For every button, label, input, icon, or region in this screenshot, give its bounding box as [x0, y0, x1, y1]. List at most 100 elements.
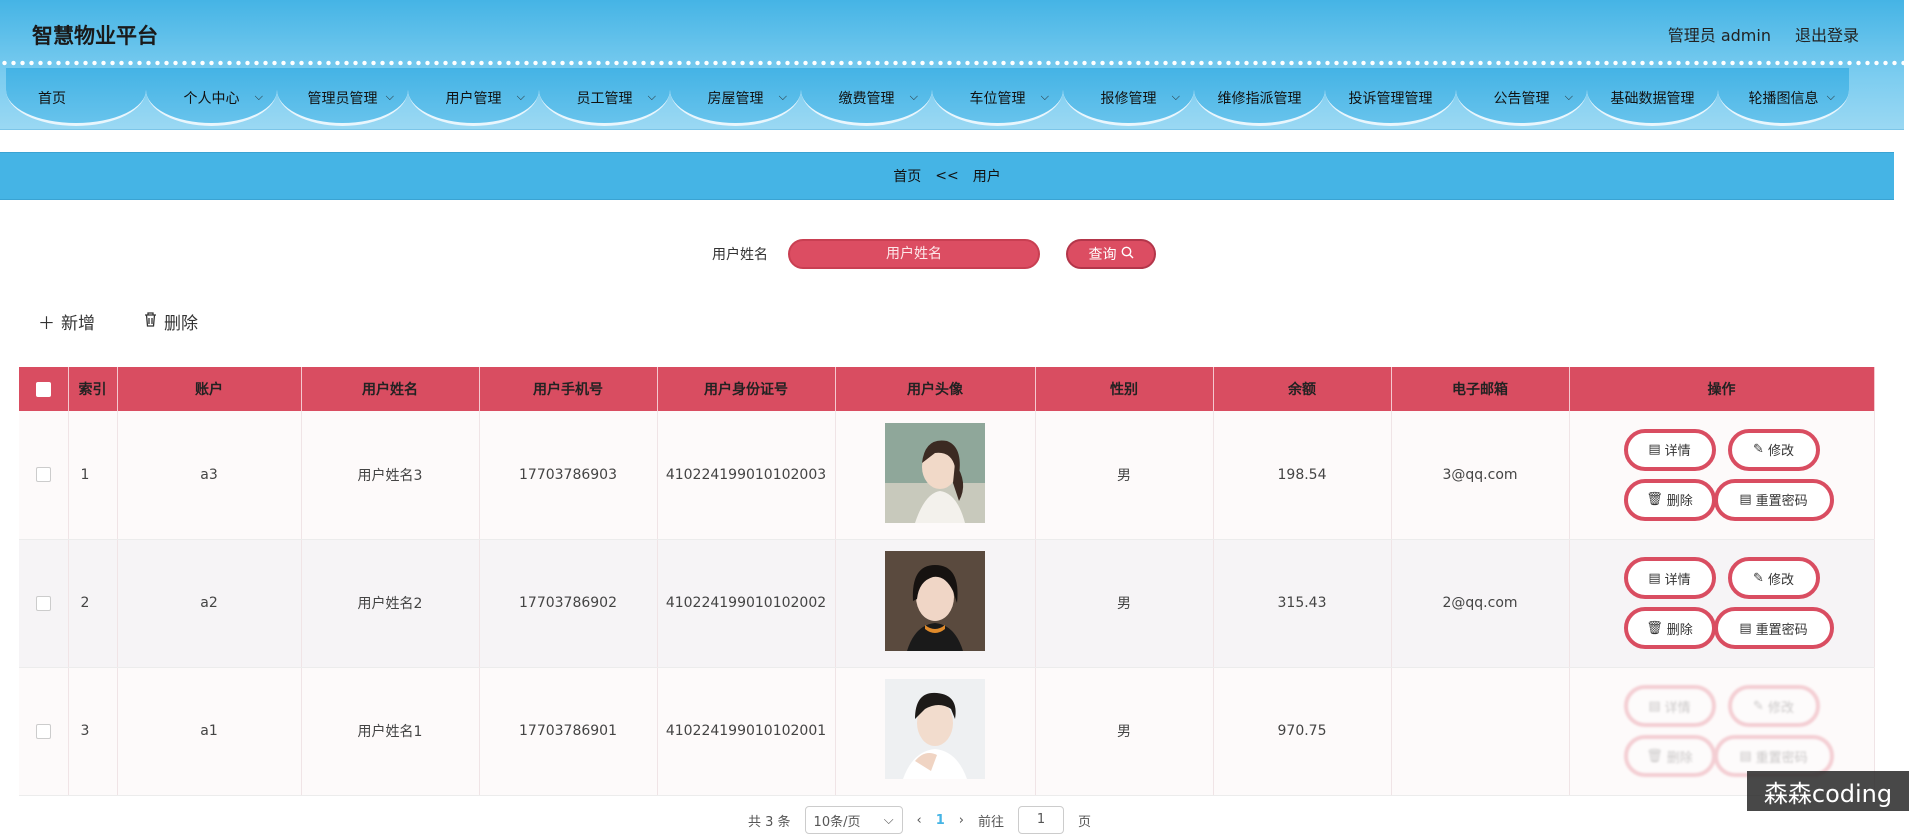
page-size-select[interactable]: 10条/页 ⌵	[804, 806, 903, 834]
user-box: 管理员 admin 退出登录	[1668, 22, 1859, 46]
nav-item-label: 投诉管理管理	[1348, 91, 1433, 107]
pencil-icon: ✎	[1753, 442, 1764, 458]
breadcrumb-home[interactable]: 首页	[893, 166, 921, 186]
edit-button[interactable]: ✎ 修改	[1727, 685, 1820, 727]
reset-password-button[interactable]: ▤ 重置密码	[1713, 478, 1834, 521]
delete-button[interactable]: 🗑 删除	[1623, 478, 1716, 521]
reset-password-button-label: 重置密码	[1755, 750, 1808, 766]
column-header: 账户	[117, 367, 302, 411]
index-cell: 2	[68, 539, 118, 668]
document-icon: ▤	[1648, 698, 1661, 714]
name-cell: 用户姓名1	[301, 667, 480, 796]
select-all-cell	[19, 367, 69, 411]
account-cell: a1	[117, 667, 302, 796]
watermark: 森森coding	[1747, 771, 1909, 811]
breadcrumb: 首页 << 用户	[0, 152, 1894, 200]
gender-cell: 男	[1035, 411, 1214, 540]
nav-item-house-management[interactable]: 房屋管理 ⌵	[670, 68, 801, 126]
delete-button-label: 删除	[1666, 750, 1693, 766]
column-header: 用户姓名	[301, 367, 480, 411]
nav-item-label: 员工管理	[576, 91, 633, 107]
nav-item-label: 报修管理	[1100, 91, 1157, 107]
nav-item-user-management[interactable]: 用户管理 ⌵	[408, 68, 539, 126]
goto-page-input[interactable]: 1	[1018, 806, 1065, 834]
table-row: 3 a1 用户姓名1 17703786901 41022419901010200…	[19, 667, 1875, 796]
chevron-down-icon: ⌵	[1564, 90, 1573, 103]
add-button[interactable]: ＋ 新增	[38, 309, 95, 334]
document-icon: ▤	[1648, 442, 1661, 458]
account-cell: a3	[117, 411, 302, 540]
next-page-icon[interactable]: ›	[959, 813, 964, 828]
balance-cell: 198.54	[1213, 411, 1392, 540]
idcard-cell: 410224199010102001	[657, 667, 836, 796]
edit-button[interactable]: ✎ 修改	[1727, 557, 1820, 599]
document-icon: ▤	[1739, 492, 1752, 508]
table-row: 2 a2 用户姓名2 17703786902 41022419901010200…	[19, 539, 1875, 668]
page-size-value: 10条/页	[813, 814, 861, 830]
table-header-row: 索引 账户 用户姓名 用户手机号 用户身份证号 用户头像 性别 余额 电子邮箱 …	[19, 367, 1875, 411]
balance-cell: 315.43	[1213, 539, 1392, 668]
nav-item-complaint-management[interactable]: 投诉管理管理	[1325, 68, 1456, 126]
operations-cell: ▤ 详情 ✎ 修改 🗑 删除 ▤ 重置密码	[1569, 411, 1875, 540]
detail-button[interactable]: ▤ 详情	[1623, 428, 1716, 471]
nav-item-admin-management[interactable]: 管理员管理 ⌵	[277, 68, 408, 126]
nav-item-staff-management[interactable]: 员工管理 ⌵	[539, 68, 670, 126]
current-user-label: 管理员 admin	[1667, 26, 1771, 45]
nav-item-home[interactable]: 首页	[6, 68, 146, 126]
prev-page-icon[interactable]: ‹	[917, 813, 922, 828]
phone-cell: 17703786903	[479, 411, 658, 540]
detail-button[interactable]: ▤ 详情	[1623, 557, 1716, 599]
edit-button[interactable]: ✎ 修改	[1727, 428, 1820, 471]
table-actions: ＋ 新增 删除	[38, 309, 198, 334]
goto-label: 前往	[978, 814, 1005, 830]
batch-delete-button[interactable]: 删除	[143, 309, 198, 334]
brand-title: 智慧物业平台	[32, 24, 158, 48]
delete-button[interactable]: 🗑 删除	[1623, 607, 1716, 649]
nav-item-label: 基础数据管理	[1610, 91, 1695, 107]
page-number-current[interactable]: 1	[936, 813, 945, 828]
row-checkbox[interactable]	[35, 723, 51, 739]
main-nav: 首页 个人中心 ⌵ 管理员管理 ⌵ 用户管理 ⌵ 员工管理 ⌵ 房屋管理 ⌵ 缴费管理 ⌵ …	[0, 68, 1904, 130]
document-icon: ▤	[1648, 570, 1661, 586]
user-name-search-input[interactable]	[788, 239, 1040, 269]
edit-button-label: 修改	[1767, 700, 1794, 716]
user-table: 索引 账户 用户姓名 用户手机号 用户身份证号 用户头像 性别 余额 电子邮箱 …	[19, 367, 1875, 796]
column-header: 用户头像	[835, 367, 1036, 411]
nav-item-basic-data[interactable]: 基础数据管理	[1587, 68, 1718, 126]
breadcrumb-separator: <<	[935, 168, 959, 184]
balance-cell: 970.75	[1213, 667, 1392, 796]
select-all-checkbox[interactable]	[35, 381, 51, 397]
idcard-cell: 410224199010102002	[657, 539, 836, 668]
nav-item-carousel-info[interactable]: 轮播图信息 ⌵	[1718, 68, 1849, 126]
top-header: 智慧物业平台 管理员 admin 退出登录 首页 个人中心 ⌵ 管理员管理 ⌵ 用户…	[0, 0, 1904, 130]
query-button[interactable]: 查询	[1066, 239, 1156, 269]
pagination: 共 3 条 10条/页 ⌵ ‹ 1 › 前往 1 页	[748, 806, 1091, 834]
nav-item-parking-management[interactable]: 车位管理 ⌵	[932, 68, 1063, 126]
reset-password-button[interactable]: ▤ 重置密码	[1713, 607, 1834, 649]
nav-item-personal-center[interactable]: 个人中心 ⌵	[146, 68, 277, 126]
avatar-cell	[835, 539, 1036, 668]
column-header: 余额	[1213, 367, 1392, 411]
batch-delete-button-label: 删除	[164, 314, 198, 334]
nav-item-repair-management[interactable]: 报修管理 ⌵	[1063, 68, 1194, 126]
nav-item-notice-management[interactable]: 公告管理 ⌵	[1456, 68, 1587, 126]
row-checkbox[interactable]	[35, 595, 51, 611]
chevron-down-icon: ⌵	[1040, 90, 1049, 103]
reset-password-button-label: 重置密码	[1755, 494, 1808, 510]
column-header: 电子邮箱	[1391, 367, 1570, 411]
column-header: 操作	[1569, 367, 1875, 411]
avatar-cell	[835, 667, 1036, 796]
delete-button[interactable]: 🗑 删除	[1623, 735, 1716, 777]
row-checkbox[interactable]	[35, 467, 51, 483]
query-button-label: 查询	[1088, 247, 1117, 263]
chevron-down-icon: ⌵	[883, 812, 894, 828]
avatar	[885, 422, 985, 523]
email-cell: 3@qq.com	[1391, 411, 1570, 540]
logout-link[interactable]: 退出登录	[1795, 22, 1859, 46]
detail-button[interactable]: ▤ 详情	[1623, 685, 1716, 727]
phone-cell: 17703786901	[479, 667, 658, 796]
nav-item-label: 用户管理	[445, 91, 502, 107]
nav-item-payment-management[interactable]: 缴费管理 ⌵	[801, 68, 932, 126]
nav-item-repair-dispatch[interactable]: 维修指派管理	[1194, 68, 1325, 126]
operations-cell: ▤ 详情 ✎ 修改 🗑 删除 ▤ 重置密码	[1569, 539, 1875, 668]
